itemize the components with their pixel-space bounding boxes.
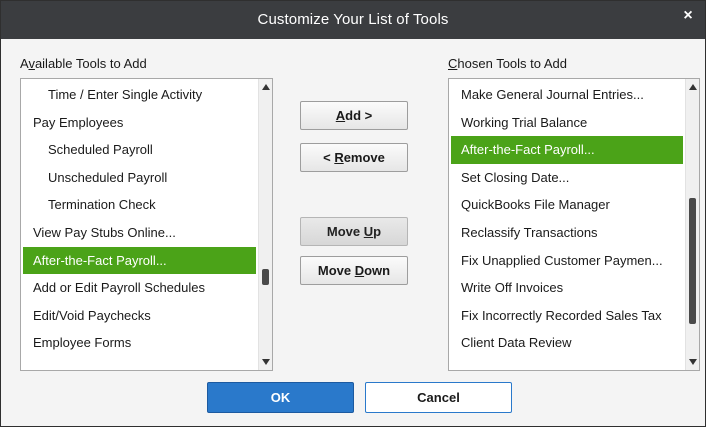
chosen-list-item[interactable]: Write Off Invoices xyxy=(451,274,683,302)
chosen-tools-items: Make General Journal Entries... Working T… xyxy=(451,81,683,357)
chosen-scroll-thumb[interactable] xyxy=(689,197,696,324)
scroll-up-arrow-icon[interactable] xyxy=(261,82,271,92)
available-label-rest: ailable Tools to Add xyxy=(34,56,147,71)
available-list-item[interactable]: Time / Enter Single Activity xyxy=(23,81,256,109)
move-up-button[interactable]: Move Up xyxy=(300,217,408,246)
available-list-item[interactable]: Pay Employees xyxy=(23,109,256,137)
title-bar[interactable]: Customize Your List of Tools × xyxy=(1,1,705,39)
customize-tools-dialog: Customize Your List of Tools × Available… xyxy=(0,0,706,427)
available-list-item[interactable]: View Pay Stubs Online... xyxy=(23,219,256,247)
scroll-down-arrow-icon[interactable] xyxy=(261,357,271,367)
ok-button[interactable]: OK xyxy=(207,382,354,413)
add-label: dd > xyxy=(345,108,373,123)
chosen-list-item[interactable]: Fix Unapplied Customer Paymen... xyxy=(451,247,683,275)
chosen-tools-label: Chosen Tools to Add xyxy=(448,56,567,71)
chosen-list-item[interactable]: Working Trial Balance xyxy=(451,109,683,137)
available-list-item[interactable]: Scheduled Payroll xyxy=(23,136,256,164)
available-list-item[interactable]: Unscheduled Payroll xyxy=(23,164,256,192)
close-icon[interactable]: × xyxy=(679,7,697,25)
available-list-item[interactable]: Edit/Void Paychecks xyxy=(23,302,256,330)
available-tools-items: Time / Enter Single Activity Pay Employee… xyxy=(23,81,256,357)
chosen-list-item[interactable]: Fix Incorrectly Recorded Sales Tax xyxy=(451,302,683,330)
available-tools-label: Available Tools to Add xyxy=(20,56,147,71)
move-up-label: p xyxy=(373,224,382,239)
add-button[interactable]: Add > xyxy=(300,101,408,130)
chosen-label-accel: C xyxy=(448,56,458,71)
cancel-button[interactable]: Cancel xyxy=(365,382,512,413)
chosen-list-item[interactable]: Reclassify Transactions xyxy=(451,219,683,247)
chosen-list-item[interactable]: After-the-Fact Payroll... xyxy=(451,136,683,164)
available-scroll-thumb[interactable] xyxy=(262,268,269,285)
remove-label: emove xyxy=(343,150,385,165)
chosen-tools-list[interactable]: Make General Journal Entries... Working T… xyxy=(448,78,700,371)
chosen-scrollbar[interactable] xyxy=(685,79,699,370)
move-down-prefix: Move xyxy=(317,263,355,278)
available-list-item[interactable]: Employee Forms xyxy=(23,329,256,357)
chosen-list-item[interactable]: Set Closing Date... xyxy=(451,164,683,192)
move-down-button[interactable]: Move Down xyxy=(300,256,408,285)
dialog-title: Customize Your List of Tools xyxy=(257,11,449,28)
scroll-down-arrow-icon[interactable] xyxy=(688,357,698,367)
available-list-item[interactable]: Add or Edit Payroll Schedules xyxy=(23,274,256,302)
chosen-list-item[interactable]: Client Data Review xyxy=(451,329,683,357)
chosen-list-item[interactable]: QuickBooks File Manager xyxy=(451,191,683,219)
available-scrollbar[interactable] xyxy=(258,79,272,370)
scroll-up-arrow-icon[interactable] xyxy=(688,82,698,92)
available-tools-list[interactable]: Time / Enter Single Activity Pay Employee… xyxy=(20,78,273,371)
available-list-item[interactable]: After-the-Fact Payroll... xyxy=(23,246,256,275)
remove-accel: R xyxy=(334,150,344,165)
remove-prefix: < xyxy=(323,150,335,165)
move-up-prefix: Move xyxy=(326,224,364,239)
move-up-accel: U xyxy=(363,224,374,239)
chosen-label-rest: hosen Tools to Add xyxy=(457,56,568,71)
available-list-item[interactable]: Termination Check xyxy=(23,191,256,219)
remove-button[interactable]: < Remove xyxy=(300,143,408,172)
chosen-list-item[interactable]: Make General Journal Entries... xyxy=(451,81,683,109)
move-down-label: own xyxy=(364,263,391,278)
add-accel: A xyxy=(335,108,346,123)
move-down-accel: D xyxy=(354,263,365,278)
